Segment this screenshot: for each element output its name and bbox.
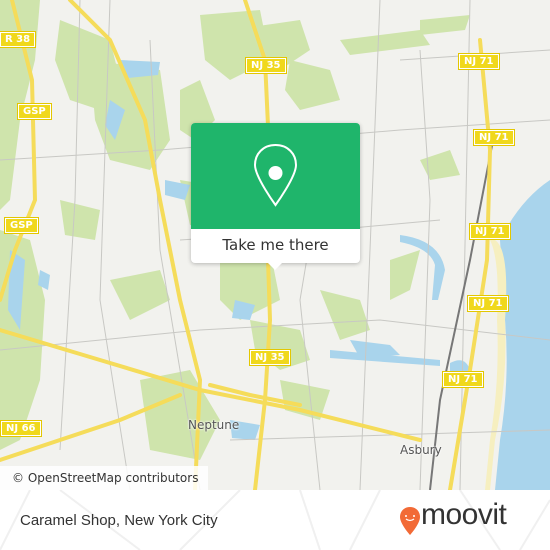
road-shield: NJ 71: [473, 129, 515, 146]
take-me-there-button[interactable]: Take me there: [191, 229, 360, 263]
road-shield: NJ 66: [0, 420, 42, 437]
map-attribution[interactable]: © OpenStreetMap contributors: [0, 466, 209, 490]
popup-header: [191, 123, 360, 229]
location-title: Caramel Shop, New York City: [20, 512, 218, 529]
place-label-neptune: Neptune: [188, 418, 240, 432]
moovit-wordmark: moovit: [421, 498, 507, 531]
location-popup: Take me there: [191, 123, 360, 270]
moovit-pin-icon: [400, 507, 420, 535]
road-shield: NJ 71: [467, 295, 509, 312]
road-shield: NJ 71: [458, 53, 500, 70]
popup-pointer: [267, 262, 283, 270]
road-shield: R 38: [0, 31, 37, 48]
road-shield: NJ 35: [249, 349, 291, 366]
road-shield: NJ 71: [469, 223, 511, 240]
map[interactable]: R 38 GSP GSP NJ 35 NJ 35 NJ 71 NJ 71 NJ …: [0, 0, 550, 490]
road-shield: NJ 71: [442, 371, 484, 388]
road-shield: NJ 35: [245, 57, 287, 74]
place-label-asbury: Asbury: [400, 443, 442, 457]
footer: Caramel Shop, New York City moovit: [0, 490, 550, 550]
map-pin-icon: [253, 143, 298, 207]
road-shield: GSP: [17, 103, 52, 120]
road-shield: GSP: [4, 217, 39, 234]
